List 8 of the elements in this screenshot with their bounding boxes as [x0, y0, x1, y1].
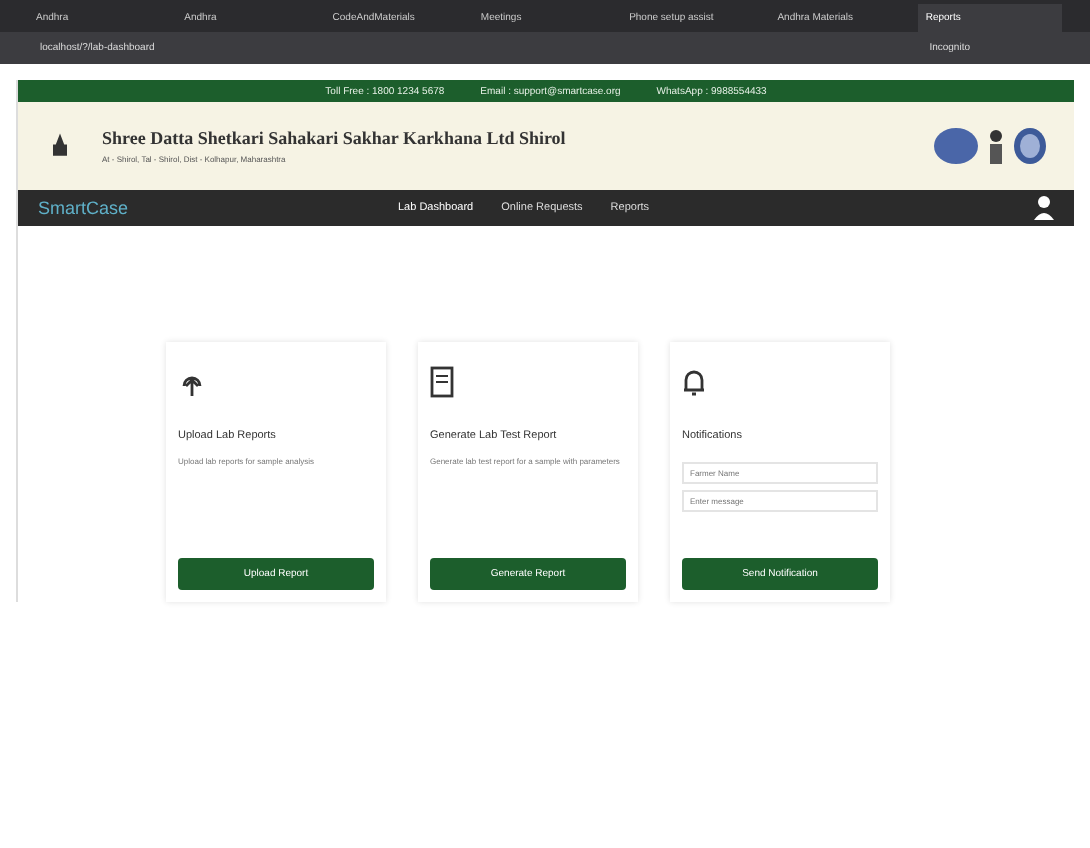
brand-name[interactable]: SmartCase: [38, 198, 398, 218]
emblem-icon: [934, 128, 978, 164]
user-icon[interactable]: [1034, 196, 1054, 220]
seal-icon: [1014, 128, 1046, 164]
document-icon: [430, 366, 454, 398]
bell-icon: [682, 366, 706, 398]
organization-title: Shree Datta Shetkari Sahakari Sakhar Karkhana Ltd Shirol: [102, 128, 568, 148]
statue-icon: [986, 128, 1006, 164]
